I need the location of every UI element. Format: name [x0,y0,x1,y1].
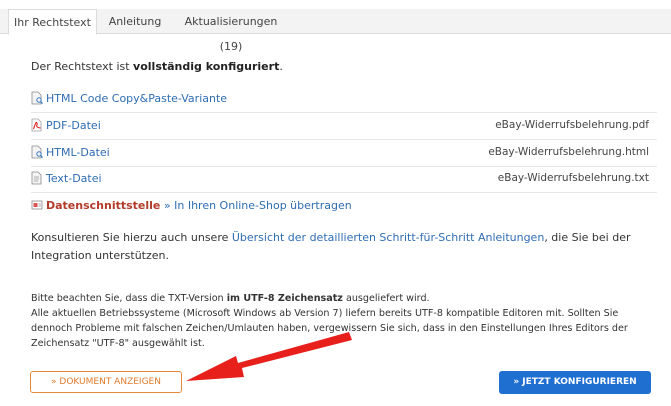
text-file-link[interactable]: Text-Datei [46,172,102,185]
consult-prefix: Konsultieren Sie hierzu auch unsere [31,231,232,244]
note-line1: Bitte beachten Sie, dass die TXT-Version… [31,291,651,306]
status-suffix: . [279,60,283,73]
consult-guides-link[interactable]: Übersicht der detaillierten Schritt-für-… [232,231,544,244]
list-item-html-file: HTML-Datei eBay-Widerrufsbelehrung.html [31,140,657,167]
pdf-link[interactable]: PDF-Datei [46,119,101,132]
interface-link[interactable]: Datenschnittstelle » In Ihren Online-Sho… [46,199,352,212]
interface-transfer-link: » In Ihren Online-Shop übertragen [160,199,352,212]
utf8-note: Bitte beachten Sie, dass die TXT-Version… [31,291,651,351]
tab-ihr-rechtstext[interactable]: Ihr Rechtstext [8,9,97,35]
note-line1-suffix: ausgeliefert wird. [342,293,430,304]
pdf-filename: eBay-Widerrufsbelehrung.pdf [495,119,649,131]
note-line1-prefix: Bitte beachten Sie, dass die TXT-Version [31,293,227,304]
tab-anleitung[interactable]: Anleitung [100,9,170,34]
show-document-button[interactable]: » DOKUMENT ANZEIGEN [30,371,182,393]
text-file-icon [31,171,42,185]
status-text: Der Rechtstext ist vollständig konfiguri… [31,60,283,73]
document-search-icon [31,91,43,105]
status-bold: vollständig konfiguriert [133,60,280,73]
pdf-icon [31,118,42,132]
list-item-interface: Datenschnittstelle » In Ihren Online-Sho… [31,193,657,220]
note-body: Alle aktuellen Betriebssysteme (Microsof… [31,308,628,349]
consult-text: Konsultieren Sie hierzu auch unsere Über… [31,229,657,265]
html-code-link[interactable]: HTML Code Copy&Paste-Variante [46,92,227,105]
configure-now-button[interactable]: » JETZT KONFIGURIEREN [499,371,651,394]
note-line1-bold: im UTF-8 Zeichensatz [226,293,343,304]
tab-bar: Ihr Rechtstext Anleitung Aktualisierunge… [0,9,671,53]
html-file-link[interactable]: HTML-Datei [46,146,110,159]
tab-aktualisierungen[interactable]: Aktualisierungen (19) [172,9,290,53]
status-prefix: Der Rechtstext ist [31,60,134,73]
text-filename: eBay-Widerrufsbelehrung.txt [497,172,649,184]
interface-label: Datenschnittstelle [46,199,161,212]
list-item-text-file: Text-Datei eBay-Widerrufsbelehrung.txt [31,166,657,193]
html-filename: eBay-Widerrufsbelehrung.html [488,146,649,158]
list-item-html-code: HTML Code Copy&Paste-Variante [31,86,657,113]
list-item-pdf: PDF-Datei eBay-Widerrufsbelehrung.pdf [31,113,657,140]
interface-icon [31,200,43,210]
document-search-icon [31,145,43,159]
